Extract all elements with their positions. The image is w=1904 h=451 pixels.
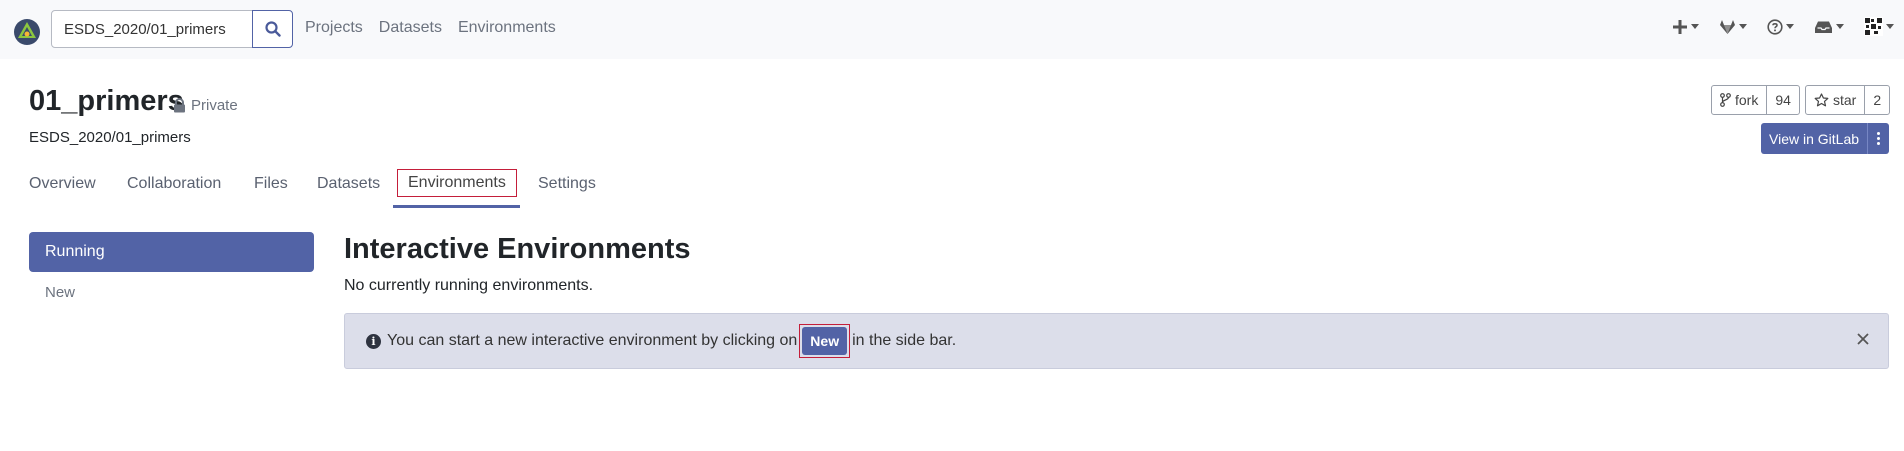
empty-state-text: No currently running environments. [344, 277, 594, 294]
navbar-actions [1672, 17, 1894, 36]
tab-environments[interactable]: Environments [397, 169, 517, 197]
question-circle-icon [1767, 18, 1783, 35]
chevron-down-icon [1691, 24, 1699, 29]
close-icon[interactable] [1856, 332, 1870, 346]
project-title: 01_primers [29, 85, 184, 117]
search-button[interactable] [252, 10, 293, 48]
more-options-button[interactable] [1867, 123, 1889, 154]
kebab-icon [1877, 132, 1880, 135]
sidebar-item-running[interactable]: Running [29, 232, 314, 272]
tab-files[interactable]: Files [254, 175, 288, 193]
kebab-icon-dot [1877, 142, 1880, 145]
chevron-down-icon [1786, 24, 1794, 29]
nav-link-environments[interactable]: Environments [458, 19, 556, 37]
alert-text-prefix: You can start a new interactive environm… [387, 332, 798, 349]
active-tab-indicator [393, 205, 520, 208]
gitlab-menu[interactable] [1719, 19, 1747, 35]
chevron-down-icon [1739, 24, 1747, 29]
info-alert: i You can start a new interactive enviro… [344, 313, 1889, 369]
info-icon: i [366, 333, 381, 349]
fork-button[interactable]: fork [1712, 86, 1768, 114]
new-environment-button[interactable]: New [802, 327, 848, 355]
search-icon [264, 21, 281, 37]
alert-text-suffix: in the side bar. [852, 332, 957, 349]
nav-link-projects[interactable]: Projects [305, 19, 363, 37]
tab-settings[interactable]: Settings [538, 175, 596, 193]
add-menu[interactable] [1672, 19, 1699, 35]
plus-icon [1673, 19, 1687, 34]
top-navbar: Projects Datasets Environments [0, 0, 1904, 59]
avatar [1864, 17, 1883, 36]
search-bar [51, 10, 293, 48]
fork-label: fork [1735, 92, 1759, 108]
star-count[interactable]: 2 [1865, 86, 1889, 114]
fork-icon [1720, 93, 1731, 107]
fork-counter: fork 94 [1711, 85, 1800, 115]
primary-nav: Projects Datasets Environments [305, 19, 556, 37]
view-in-gitlab-label: View in GitLab [1769, 130, 1860, 147]
visibility-label: Private [191, 97, 238, 114]
star-counter: star 2 [1805, 85, 1891, 115]
star-label: star [1833, 92, 1857, 108]
search-input[interactable] [51, 10, 253, 48]
new-button-highlight: New [799, 324, 851, 358]
star-icon [1814, 93, 1829, 107]
tab-datasets[interactable]: Datasets [317, 175, 380, 193]
tab-collaboration[interactable]: Collaboration [127, 175, 221, 193]
visibility-badge: Private [173, 97, 238, 114]
sidebar-item-new[interactable]: New [45, 284, 75, 301]
inbox-menu[interactable] [1814, 20, 1844, 34]
nav-link-datasets[interactable]: Datasets [379, 19, 442, 37]
star-button[interactable]: star [1806, 86, 1866, 114]
fork-count[interactable]: 94 [1767, 86, 1799, 114]
project-path: ESDS_2020/01_primers [29, 129, 191, 146]
inbox-icon [1815, 21, 1832, 33]
user-menu[interactable] [1864, 17, 1894, 36]
kebab-icon-dot [1877, 137, 1880, 140]
gitlab-icon [1720, 19, 1735, 34]
renku-logo-icon[interactable] [12, 16, 42, 46]
chevron-down-icon [1886, 24, 1894, 29]
view-in-gitlab-button[interactable]: View in GitLab [1761, 123, 1889, 154]
page-title: Interactive Environments [344, 233, 691, 265]
tab-overview[interactable]: Overview [29, 175, 96, 193]
help-menu[interactable] [1767, 18, 1794, 35]
chevron-down-icon [1836, 24, 1844, 29]
lock-icon [174, 98, 185, 113]
